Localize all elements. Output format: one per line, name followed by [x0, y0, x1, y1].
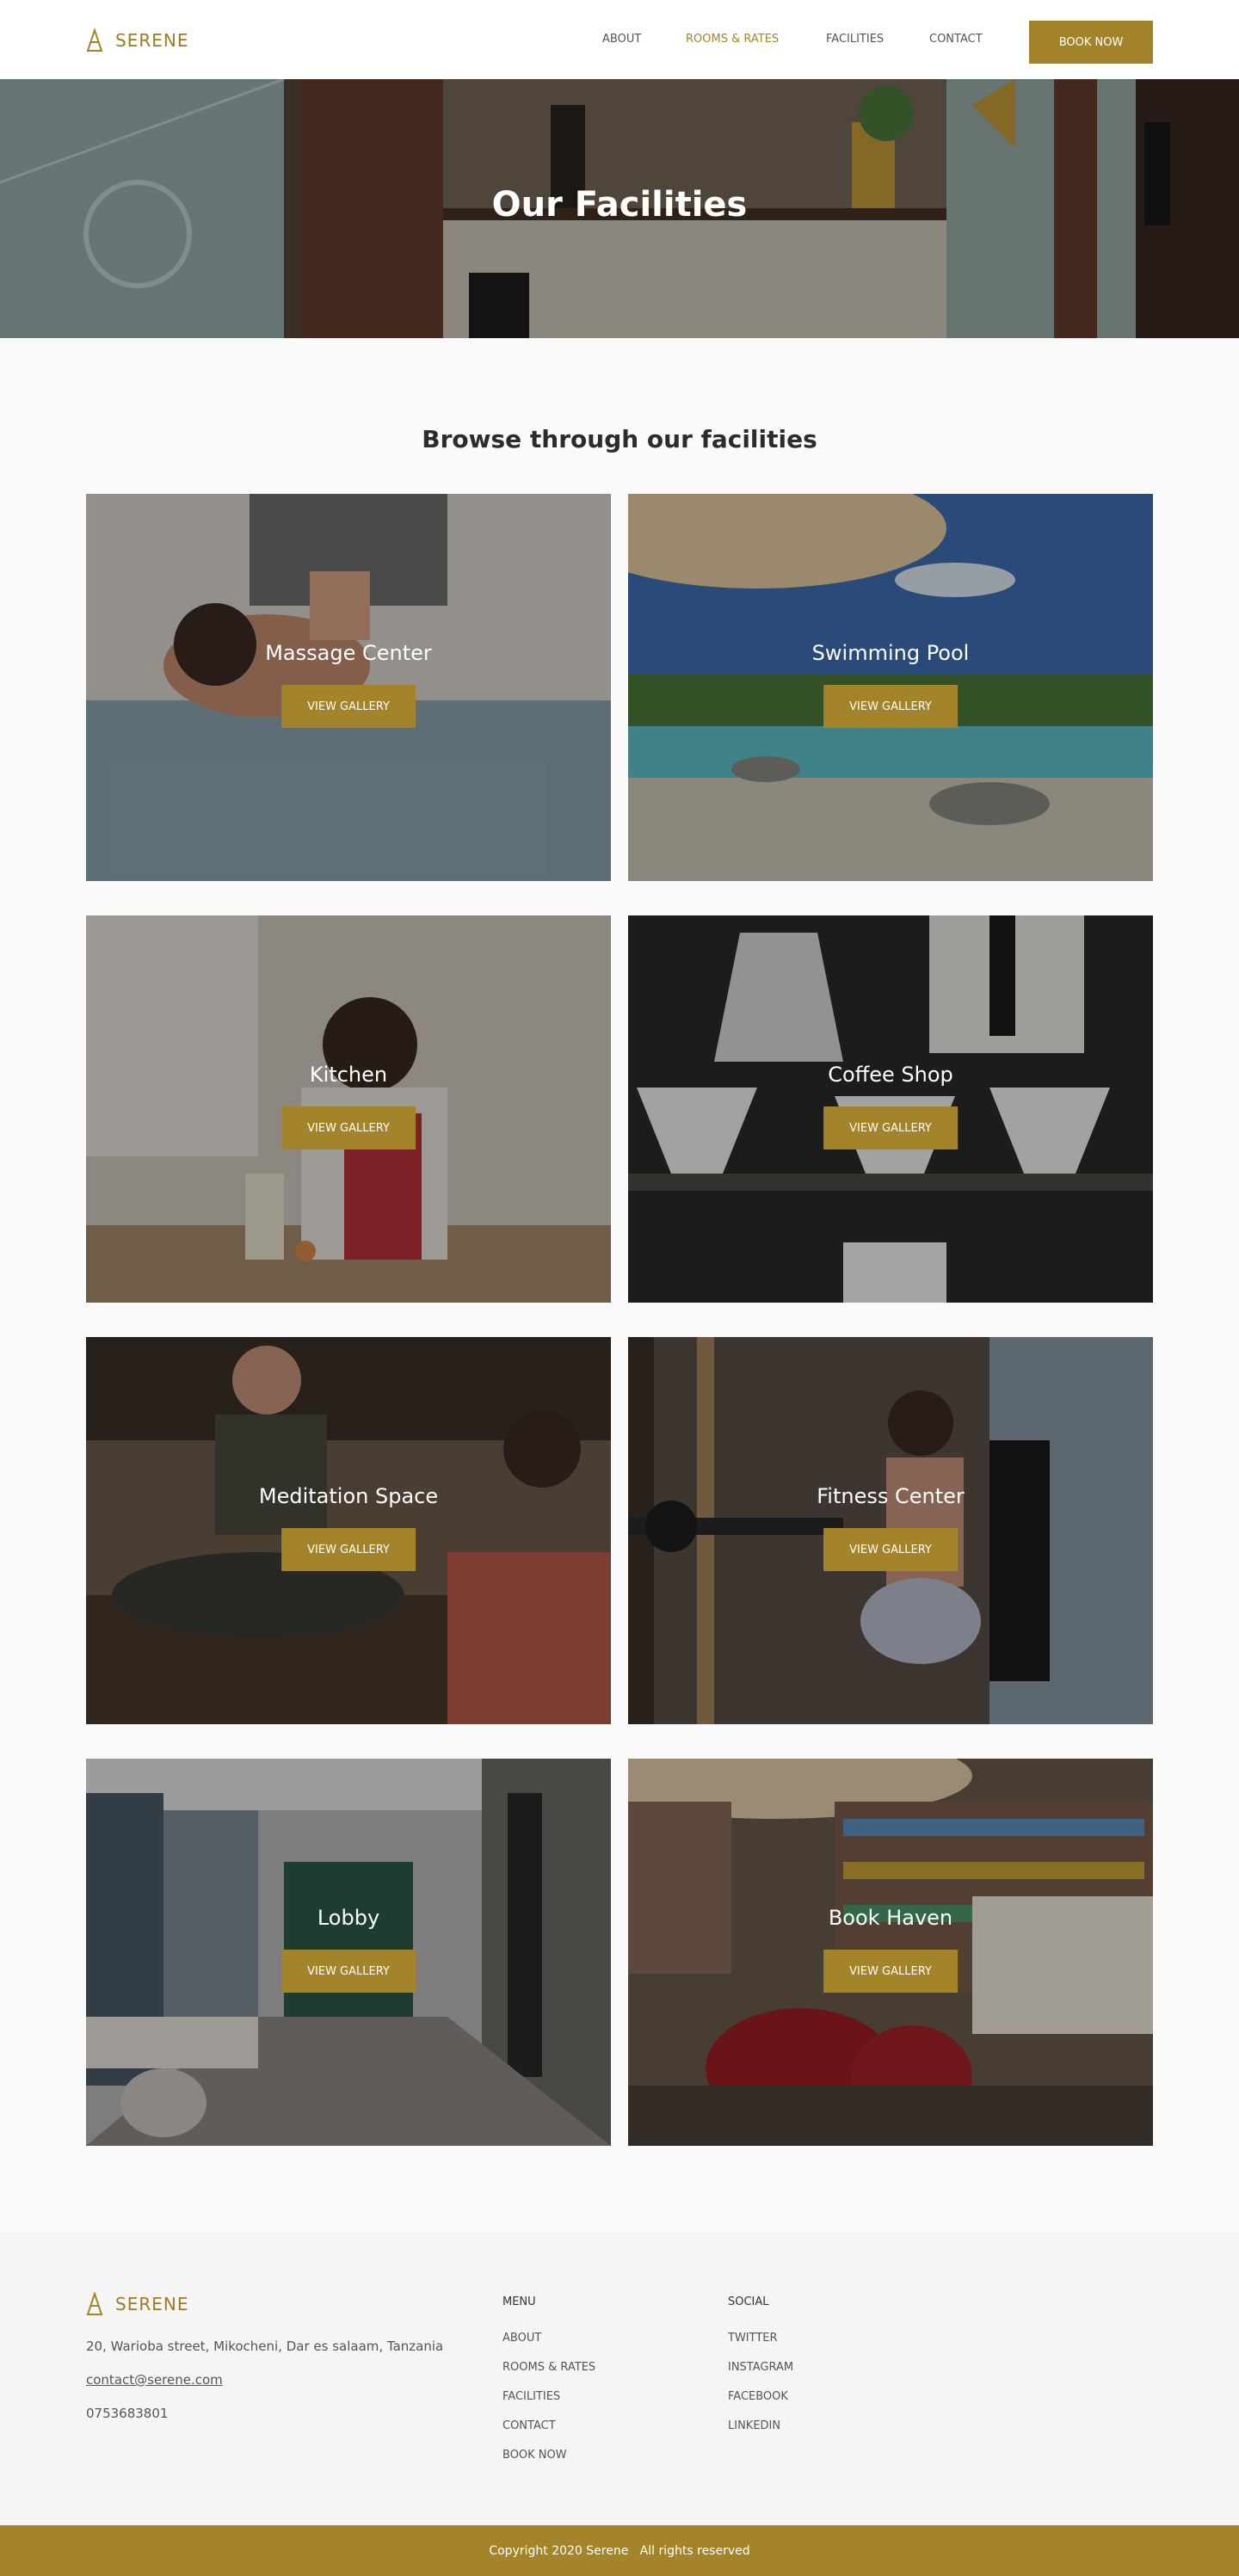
- card-title: Coffee Shop: [828, 1063, 953, 1087]
- copyright-bar: Copyright 2020 Serene All rights reserve…: [0, 2525, 1239, 2576]
- page-title: Our Facilities: [491, 185, 748, 225]
- copyright-text: Copyright 2020 Serene All rights reserve…: [489, 2543, 750, 2558]
- site-footer: SERENE 20, Warioba street, Mikocheni, Da…: [0, 2232, 1239, 2525]
- site-header: SERENE ABOUT ROOMS & RATES FACILITIES CO…: [0, 0, 1239, 79]
- nav-about[interactable]: ABOUT: [602, 33, 641, 46]
- footer-menu-book-now[interactable]: BOOK NOW: [502, 2449, 567, 2462]
- facility-card-lobby[interactable]: Lobby VIEW GALLERY: [86, 1759, 611, 2146]
- logo-text: SERENE: [115, 30, 189, 51]
- footer-phone: 0753683801: [86, 2406, 169, 2421]
- hero-banner: Our Facilities: [0, 79, 1239, 338]
- card-title: Fitness Center: [817, 1484, 965, 1508]
- card-title: Book Haven: [828, 1906, 953, 1930]
- footer-email-link[interactable]: contact@serene.com: [86, 2372, 223, 2388]
- section-title: Browse through our facilities: [422, 425, 817, 453]
- view-gallery-button[interactable]: VIEW GALLERY: [823, 1106, 958, 1149]
- footer-social-linkedin[interactable]: LINKEDIN: [728, 2419, 780, 2432]
- view-gallery-button[interactable]: VIEW GALLERY: [281, 1528, 416, 1571]
- footer-address: 20, Warioba street, Mikocheni, Dar es sa…: [86, 2339, 444, 2354]
- site-logo[interactable]: SERENE: [86, 28, 188, 53]
- card-title: Swimming Pool: [811, 641, 970, 665]
- book-now-button[interactable]: BOOK NOW: [1029, 21, 1153, 64]
- facility-card-swimming-pool[interactable]: Swimming Pool VIEW GALLERY: [628, 494, 1153, 881]
- view-gallery-button[interactable]: VIEW GALLERY: [281, 1106, 416, 1149]
- logo-icon: [86, 2292, 103, 2315]
- nav-rooms-rates[interactable]: ROOMS & RATES: [686, 33, 779, 46]
- view-gallery-button[interactable]: VIEW GALLERY: [823, 1950, 958, 1993]
- view-gallery-button[interactable]: VIEW GALLERY: [823, 685, 958, 728]
- logo-icon: [86, 28, 103, 52]
- footer-logo-text: SERENE: [115, 2294, 189, 2314]
- view-gallery-button[interactable]: VIEW GALLERY: [281, 1950, 416, 1993]
- facility-card-fitness-center[interactable]: Fitness Center VIEW GALLERY: [628, 1337, 1153, 1724]
- footer-menu-about[interactable]: ABOUT: [502, 2332, 541, 2345]
- footer-social-heading: SOCIAL: [728, 2296, 769, 2308]
- footer-menu-contact[interactable]: CONTACT: [502, 2419, 556, 2432]
- footer-logo[interactable]: SERENE: [86, 2292, 188, 2316]
- nav-contact[interactable]: CONTACT: [929, 33, 983, 46]
- view-gallery-button[interactable]: VIEW GALLERY: [281, 685, 416, 728]
- facility-card-massage-center[interactable]: Massage Center VIEW GALLERY: [86, 494, 611, 881]
- footer-menu-facilities[interactable]: FACILITIES: [502, 2390, 560, 2403]
- card-title: Meditation Space: [258, 1484, 439, 1508]
- footer-menu-rooms-rates[interactable]: ROOMS & RATES: [502, 2361, 595, 2374]
- card-title: Massage Center: [265, 641, 432, 665]
- facility-card-coffee-shop[interactable]: Coffee Shop VIEW GALLERY: [628, 915, 1153, 1303]
- footer-social-facebook[interactable]: FACEBOOK: [728, 2390, 788, 2403]
- card-title: Kitchen: [309, 1063, 388, 1087]
- facility-card-kitchen[interactable]: Kitchen VIEW GALLERY: [86, 915, 611, 1303]
- nav-facilities[interactable]: FACILITIES: [826, 33, 884, 46]
- facility-card-book-haven[interactable]: Book Haven VIEW GALLERY: [628, 1759, 1153, 2146]
- card-title: Lobby: [317, 1906, 380, 1930]
- view-gallery-button[interactable]: VIEW GALLERY: [823, 1528, 958, 1571]
- facility-card-meditation-space[interactable]: Meditation Space VIEW GALLERY: [86, 1337, 611, 1724]
- footer-menu-heading: MENU: [502, 2296, 536, 2308]
- footer-social-instagram[interactable]: INSTAGRAM: [728, 2361, 793, 2374]
- footer-social-twitter[interactable]: TWITTER: [728, 2332, 778, 2345]
